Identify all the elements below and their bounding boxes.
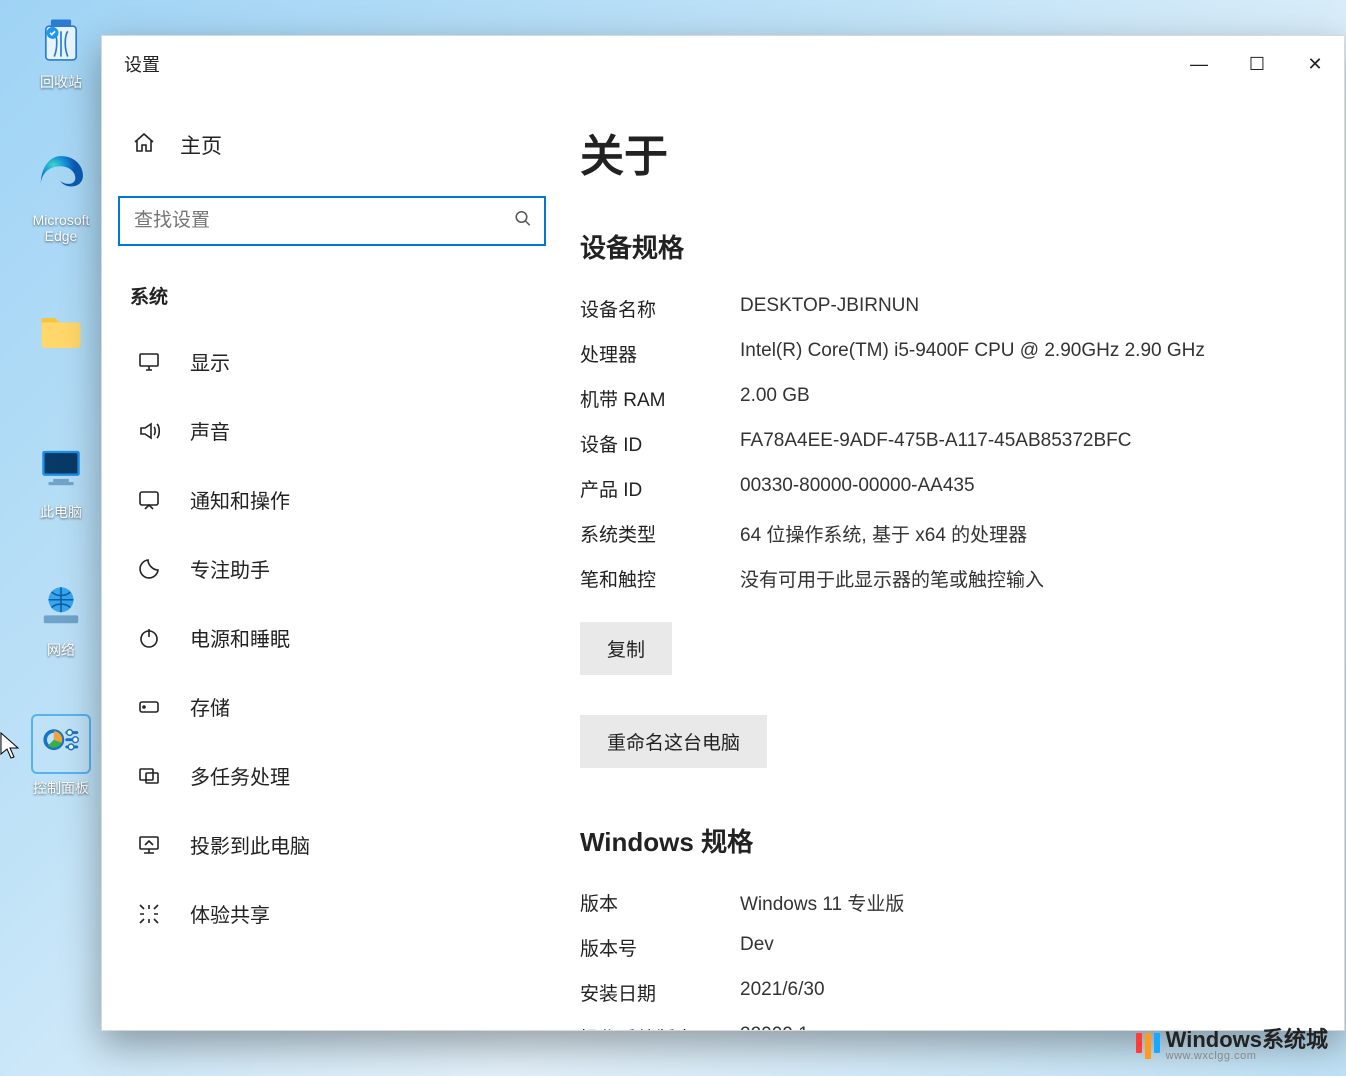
win-version-k: 版本号 [580, 934, 730, 961]
nav-multitasking[interactable]: 多任务处理 [112, 745, 552, 806]
close-icon: ✕ [1307, 54, 1322, 75]
network-icon [31, 576, 91, 636]
network-shortcut[interactable]: 网络 [16, 576, 106, 660]
home-icon [132, 131, 158, 160]
recycle-bin-shortcut[interactable]: 回收站 [16, 8, 106, 92]
spec-cpu-v: Intel(R) Core(TM) i5-9400F CPU @ 2.90GHz… [740, 340, 1274, 367]
spec-devid-v: FA78A4EE-9ADF-475B-A117-45AB85372BFC [740, 430, 1274, 457]
window-control-group: — ☐ ✕ [1170, 36, 1344, 92]
recycle-bin-label: 回收站 [16, 72, 106, 92]
device-spec-title: 设备规格 [580, 228, 1274, 265]
spec-pen-v: 没有可用于此显示器的笔或触控输入 [740, 565, 1274, 592]
nav-sound-label: 声音 [190, 416, 230, 445]
rename-pc-button[interactable]: 重命名这台电脑 [580, 715, 767, 768]
sound-icon [136, 419, 162, 443]
nav-shared-label: 体验共享 [190, 899, 270, 928]
home-link[interactable]: 主页 [112, 120, 552, 170]
spec-ram-v: 2.00 GB [740, 385, 1274, 412]
nav-notifications-label: 通知和操作 [190, 485, 290, 514]
spec-pen-k: 笔和触控 [580, 565, 730, 592]
this-pc-icon [31, 438, 91, 498]
display-icon [136, 350, 162, 374]
home-label: 主页 [180, 130, 222, 160]
edge-icon [31, 148, 91, 208]
search-input[interactable] [118, 196, 546, 246]
recycle-bin-icon [31, 8, 91, 68]
network-label: 网络 [16, 640, 106, 660]
nav-storage[interactable]: 存储 [112, 676, 552, 737]
control-panel-label: 控制面板 [16, 778, 106, 798]
spec-systype-v: 64 位操作系统, 基于 x64 的处理器 [740, 520, 1274, 547]
search-wrap [118, 196, 546, 246]
nav-focus-assist[interactable]: 专注助手 [112, 538, 552, 599]
spec-ram-k: 机带 RAM [580, 385, 730, 412]
page-title: 关于 [580, 120, 1274, 184]
maximize-button[interactable]: ☐ [1228, 36, 1286, 92]
this-pc-label: 此电脑 [16, 502, 106, 522]
category-label: 系统 [112, 282, 552, 331]
nav-multitasking-label: 多任务处理 [190, 761, 290, 790]
nav-power-sleep[interactable]: 电源和睡眠 [112, 607, 552, 668]
power-icon [136, 626, 162, 650]
spec-prodid-k: 产品 ID [580, 475, 730, 502]
nav-notifications[interactable]: 通知和操作 [112, 469, 552, 530]
edge-shortcut[interactable]: Microsoft Edge [16, 148, 106, 244]
notify-icon [136, 488, 162, 512]
search-icon [514, 210, 532, 233]
this-pc-shortcut[interactable]: 此电脑 [16, 438, 106, 522]
spec-systype-k: 系统类型 [580, 520, 730, 547]
watermark-url: www.wxclgg.com [1166, 1051, 1328, 1062]
win-version-v: Dev [740, 934, 1274, 961]
nav-display[interactable]: 显示 [112, 331, 552, 392]
spec-name-v: DESKTOP-JBIRNUN [740, 295, 1274, 322]
nav-display-label: 显示 [190, 347, 230, 376]
nav-power-label: 电源和睡眠 [190, 623, 290, 652]
edge-label: Microsoft Edge [16, 212, 106, 244]
app-title: 设置 [124, 51, 160, 77]
minimize-button[interactable]: — [1170, 36, 1228, 92]
spec-name-k: 设备名称 [580, 295, 730, 322]
nav-projecting-label: 投影到此电脑 [190, 830, 310, 859]
device-spec-table: 设备名称 DESKTOP-JBIRNUN 处理器 Intel(R) Core(TM)… [580, 295, 1274, 592]
about-page: 关于 设备规格 设备名称 DESKTOP-JBIRNUN 处理器 Intel(R) … [580, 92, 1344, 1030]
control-panel-icon [31, 714, 91, 774]
nav-projecting[interactable]: 投影到此电脑 [112, 814, 552, 875]
win-build-k: 操作系统版本 [580, 1024, 730, 1030]
folder-shortcut[interactable] [16, 300, 106, 364]
win-installed-k: 安装日期 [580, 979, 730, 1006]
spec-cpu-k: 处理器 [580, 340, 730, 367]
settings-sidebar: 主页 系统 显示 声音 通知和操作 [102, 92, 580, 1030]
watermark-logo-icon [1136, 1033, 1160, 1059]
folder-icon [31, 300, 91, 360]
nav-storage-label: 存储 [190, 692, 230, 721]
close-button[interactable]: ✕ [1286, 36, 1344, 92]
storage-icon [136, 695, 162, 719]
cursor-icon [0, 732, 20, 760]
windows-spec-title: Windows 规格 [580, 822, 1274, 859]
window-body: 主页 系统 显示 声音 通知和操作 [102, 92, 1344, 1030]
nav-focus-label: 专注助手 [190, 554, 270, 583]
watermark-brand: Windows系统城 [1166, 1027, 1328, 1052]
spec-devid-k: 设备 ID [580, 430, 730, 457]
win-edition-v: Windows 11 专业版 [740, 889, 1274, 916]
maximize-icon: ☐ [1249, 54, 1265, 75]
nav-sound[interactable]: 声音 [112, 400, 552, 461]
focus-icon [136, 557, 162, 581]
settings-window: 设置 — ☐ ✕ 主页 系统 [101, 35, 1345, 1031]
windows-spec-table: 版本 Windows 11 专业版 版本号 Dev 安装日期 2021/6/30 操作… [580, 889, 1274, 1030]
copy-button[interactable]: 复制 [580, 622, 672, 675]
watermark: Windows系统城 www.wxclgg.com [1136, 1029, 1328, 1062]
win-edition-k: 版本 [580, 889, 730, 916]
shared-icon [136, 902, 162, 926]
minimize-icon: — [1190, 54, 1208, 75]
control-panel-shortcut[interactable]: 控制面板 [16, 714, 106, 798]
win-installed-v: 2021/6/30 [740, 979, 1274, 1006]
titlebar[interactable]: 设置 — ☐ ✕ [102, 36, 1344, 92]
multi-icon [136, 764, 162, 788]
project-icon [136, 833, 162, 857]
nav-list: 显示 声音 通知和操作 专注助手 电源和睡眠 [112, 331, 552, 944]
nav-shared-experiences[interactable]: 体验共享 [112, 883, 552, 944]
spec-prodid-v: 00330-80000-00000-AA435 [740, 475, 1274, 502]
